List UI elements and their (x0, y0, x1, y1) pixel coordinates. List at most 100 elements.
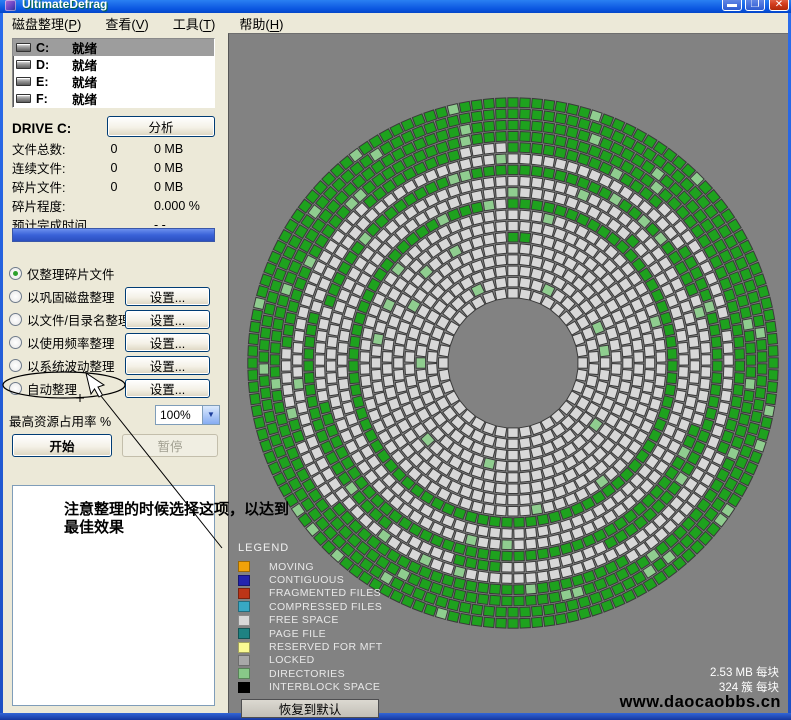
menu-item-t[interactable]: 工具(T) (173, 14, 216, 33)
settings-button-3[interactable]: 设置... (125, 333, 210, 352)
start-button[interactable]: 开始 (12, 434, 112, 457)
legend-label: INTERBLOCK SPACE (269, 681, 380, 693)
resource-usage-label: 最高资源占用率 % (9, 411, 111, 430)
legend-row: RESERVED FOR MFT (238, 640, 383, 653)
legend-swatch (238, 642, 250, 653)
message-panel (12, 485, 215, 706)
legend-swatch (238, 682, 250, 693)
legend-row: CONTIGUOUS (238, 573, 383, 586)
legend-swatch (238, 575, 250, 586)
control-panel: C:就绪D:就绪E:就绪F:就绪 DRIVE C: 分析 文件总数:00 MB连… (3, 33, 228, 713)
legend-row: INTERBLOCK SPACE (238, 681, 383, 694)
statistics-table: 文件总数:00 MB连续文件:00 MB碎片文件:00 MB碎片程度:0.000… (12, 139, 218, 234)
drive-row-e[interactable]: E:就绪 (13, 73, 214, 90)
drive-icon (16, 43, 31, 52)
legend-row: DIRECTORIES (238, 667, 383, 680)
stat-label: 碎片文件: (12, 177, 100, 196)
legend-swatch (238, 588, 250, 599)
stat-row: 文件总数:00 MB (12, 139, 218, 158)
legend-swatch (238, 615, 250, 626)
settings-button-1[interactable]: 设置... (125, 287, 210, 306)
legend-swatch (238, 655, 250, 666)
block-info: 2.53 MB 每块 324 簇 每块 (710, 666, 779, 696)
drive-row-c[interactable]: C:就绪 (13, 39, 214, 56)
legend-label: COMPRESSED FILES (269, 601, 382, 613)
legend-swatch (238, 668, 250, 679)
block-size-text: 2.53 MB 每块 (710, 666, 779, 681)
settings-button-4[interactable]: 设置... (125, 356, 210, 375)
resource-usage-value: 100% (156, 408, 202, 422)
legend-title: LEGEND (238, 542, 383, 554)
option-row-0: 仅整理碎片文件 (9, 263, 224, 284)
legend-label: FRAGMENTED FILES (269, 587, 381, 599)
legend-label: CONTIGUOUS (269, 574, 344, 586)
option-label: 以巩固磁盘整理 (27, 287, 115, 306)
stat-row: 连续文件:00 MB (12, 158, 218, 177)
radio-button[interactable] (9, 382, 22, 395)
option-label: 以使用频率整理 (27, 333, 115, 352)
legend-label: RESERVED FOR MFT (269, 641, 383, 653)
close-button[interactable]: ✕ (769, 0, 789, 11)
radio-button[interactable] (9, 359, 22, 372)
legend-row: FRAGMENTED FILES (238, 587, 383, 600)
option-label: 自动整理 (27, 379, 77, 398)
stat-value: 0 MB (128, 180, 183, 194)
radio-button[interactable] (9, 267, 22, 280)
legend-row: FREE SPACE (238, 614, 383, 627)
legend-row: COMPRESSED FILES (238, 600, 383, 613)
radio-button[interactable] (9, 290, 22, 303)
menu-item-v[interactable]: 查看(V) (105, 14, 148, 33)
window-border-left (0, 13, 3, 713)
pause-button: 暂停 (122, 434, 218, 457)
window-title: UltimateDefrag (22, 0, 107, 11)
radio-button[interactable] (9, 336, 22, 349)
legend-label: PAGE FILE (269, 628, 326, 640)
drive-header-label: DRIVE C: (12, 121, 71, 136)
analyze-button[interactable]: 分析 (107, 116, 215, 137)
title-bar: UltimateDefrag ▬ ❐ ✕ (0, 0, 791, 13)
stat-label: 碎片程度: (12, 196, 100, 215)
menu-bar: 磁盘整理(P) 查看(V) 工具(T) 帮助(H) (3, 13, 788, 33)
option-label: 以系统波动整理 (27, 356, 115, 375)
stat-count: 0 (100, 161, 128, 175)
chevron-down-icon[interactable]: ▼ (202, 406, 219, 424)
stat-count: 0 (100, 180, 128, 194)
window-border-bottom (0, 713, 791, 720)
disk-map-area: LEGEND MOVINGCONTIGUOUSFRAGMENTED FILES C… (228, 33, 788, 713)
option-label: 仅整理碎片文件 (27, 264, 115, 283)
app-window: UltimateDefrag ▬ ❐ ✕ 磁盘整理(P) 查看(V) 工具(T) 帮助… (0, 0, 791, 720)
restore-defaults-button[interactable]: 恢复到默认 (241, 699, 379, 718)
legend-swatch (238, 628, 250, 639)
legend-label: FREE SPACE (269, 614, 339, 626)
menu-item-p[interactable]: 磁盘整理(P) (12, 14, 81, 33)
stat-label: 文件总数: (12, 139, 100, 158)
option-label: 以文件/目录名整理 (27, 310, 130, 329)
app-icon (5, 0, 16, 11)
settings-button-2[interactable]: 设置... (125, 310, 210, 329)
stat-row: 碎片文件:00 MB (12, 177, 218, 196)
legend-row: LOCKED (238, 654, 383, 667)
legend-label: DIRECTORIES (269, 668, 345, 680)
drive-letter: D: (36, 58, 72, 72)
resource-usage-dropdown[interactable]: 100% ▼ (155, 405, 220, 425)
stat-count: 0 (100, 142, 128, 156)
menu-item-h[interactable]: 帮助(H) (239, 14, 283, 33)
stat-row: 碎片程度:0.000 % (12, 196, 218, 215)
drive-status: 就绪 (72, 89, 97, 108)
maximize-button[interactable]: ❐ (745, 0, 765, 11)
settings-button-5[interactable]: 设置... (125, 379, 210, 398)
drive-list[interactable]: C:就绪D:就绪E:就绪F:就绪 (12, 38, 215, 108)
drive-icon (16, 60, 31, 69)
drive-row-d[interactable]: D:就绪 (13, 56, 214, 73)
legend-row: MOVING (238, 560, 383, 573)
stat-value: 0 MB (128, 142, 183, 156)
drive-icon (16, 94, 31, 103)
radio-button[interactable] (9, 313, 22, 326)
drive-icon (16, 77, 31, 86)
watermark-text: www.daocaobbs.cn (620, 693, 781, 712)
legend-row: PAGE FILE (238, 627, 383, 640)
minimize-button[interactable]: ▬ (722, 0, 742, 11)
drive-row-f[interactable]: F:就绪 (13, 90, 214, 107)
legend-swatch (238, 601, 250, 612)
stat-value: 0 MB (128, 161, 183, 175)
